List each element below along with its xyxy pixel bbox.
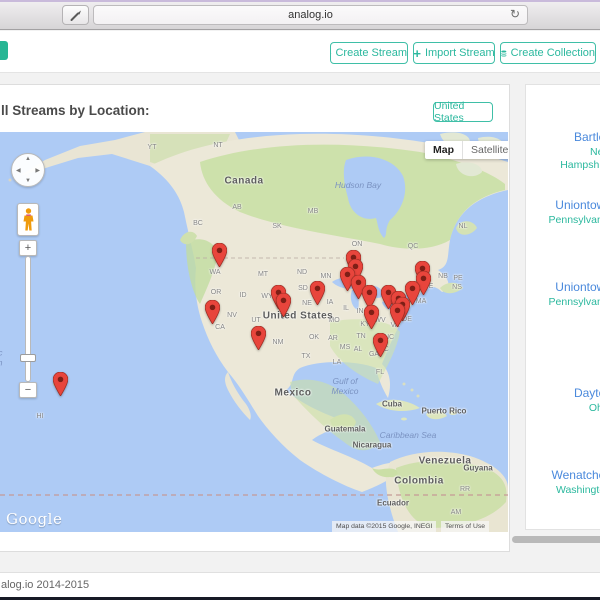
stream-map-marker[interactable] (276, 293, 291, 317)
plus-icon: + (413, 45, 421, 61)
street-view-pegman[interactable] (17, 203, 39, 236)
region-filter-badge[interactable]: United States (433, 100, 493, 124)
window-accent-line (0, 0, 600, 2)
stream-map-marker[interactable] (53, 372, 68, 396)
stream-map-marker[interactable] (373, 333, 388, 357)
stream-state-label: Pennsylvania (548, 296, 600, 308)
pan-right-icon[interactable]: ▶ (35, 167, 40, 174)
browser-chrome: analog.io ↻ (0, 0, 600, 30)
create-stream-label: Create Stream (335, 47, 407, 59)
map-type-map-button[interactable]: Map (425, 141, 462, 159)
map-type-satellite-button[interactable]: Satellite (462, 141, 508, 159)
stream-city-link[interactable]: Bartlett (528, 130, 600, 144)
pan-left-icon[interactable]: ◀ (16, 167, 21, 174)
create-stream-button[interactable]: Create Stream (330, 42, 408, 64)
stream-map-marker[interactable] (212, 243, 227, 267)
google-logo[interactable]: Google (6, 510, 62, 528)
map-attribution: Map data ©2015 Google, INEGI (332, 521, 437, 532)
app-navbar: Create Stream + Import Stream Create Col… (0, 31, 600, 73)
stream-map-marker[interactable] (390, 303, 405, 327)
page-title: ll Streams by Location: (1, 103, 150, 118)
zoom-slider-track[interactable] (25, 256, 31, 382)
streams-sidebar: Bartlett New Hampshire Uniontown Pennsyl… (525, 84, 600, 530)
stream-map-marker[interactable] (251, 326, 266, 350)
pan-down-icon[interactable]: ▼ (25, 178, 31, 184)
collection-icon (501, 50, 507, 56)
map-pan-control[interactable]: ▲ ▼ ◀ ▶ (11, 153, 45, 187)
stream-state-label: Ohio (588, 402, 600, 414)
stream-map-marker[interactable] (205, 300, 220, 324)
stream-city-link[interactable]: Dayton (528, 386, 600, 400)
pegman-icon (23, 207, 33, 230)
stream-map-marker[interactable] (310, 281, 325, 305)
stream-city-link[interactable]: Wenatchee (528, 468, 600, 482)
app-window: analog.io ↻ Create Stream + Import Strea… (0, 0, 600, 600)
url-text: analog.io (288, 9, 333, 21)
map-type-control: Map Satellite (425, 141, 508, 159)
stream-map-marker[interactable] (364, 305, 379, 329)
address-bar[interactable]: analog.io ↻ (93, 5, 528, 25)
import-stream-label: Import Stream (424, 47, 495, 59)
page-footer: alog.io 2014-2015 (0, 572, 600, 597)
zoom-slider-handle[interactable] (20, 354, 36, 362)
stream-city-link[interactable]: Uniontown (528, 198, 600, 212)
app-logo-fragment[interactable] (0, 41, 8, 60)
import-stream-button[interactable]: + Import Stream (413, 42, 495, 64)
footer-copyright: alog.io 2014-2015 (1, 579, 90, 591)
create-collection-label: Create Collection (510, 47, 595, 59)
terms-of-use-link[interactable]: Terms of Use (441, 521, 490, 532)
zoom-out-button[interactable]: − (19, 382, 37, 398)
pan-up-icon[interactable]: ▲ (25, 156, 31, 162)
browser-tool-button[interactable] (62, 5, 89, 25)
reload-icon[interactable]: ↻ (510, 7, 520, 21)
stream-state-label: New Hampshire (560, 146, 600, 171)
horizontal-scrollbar-thumb[interactable] (512, 536, 600, 543)
stream-city-link[interactable]: Uniontown (528, 280, 600, 294)
stream-state-label: Pennsylvania (548, 214, 600, 226)
google-map[interactable]: YT NT AB BC SK MB ON QC NL Canada Hudson Bay WA MT ND… (0, 132, 508, 532)
zoom-in-button[interactable]: + (19, 240, 37, 256)
stream-state-label: Washington (555, 484, 600, 496)
create-collection-button[interactable]: Create Collection (500, 42, 596, 64)
wrench-icon (70, 10, 81, 21)
